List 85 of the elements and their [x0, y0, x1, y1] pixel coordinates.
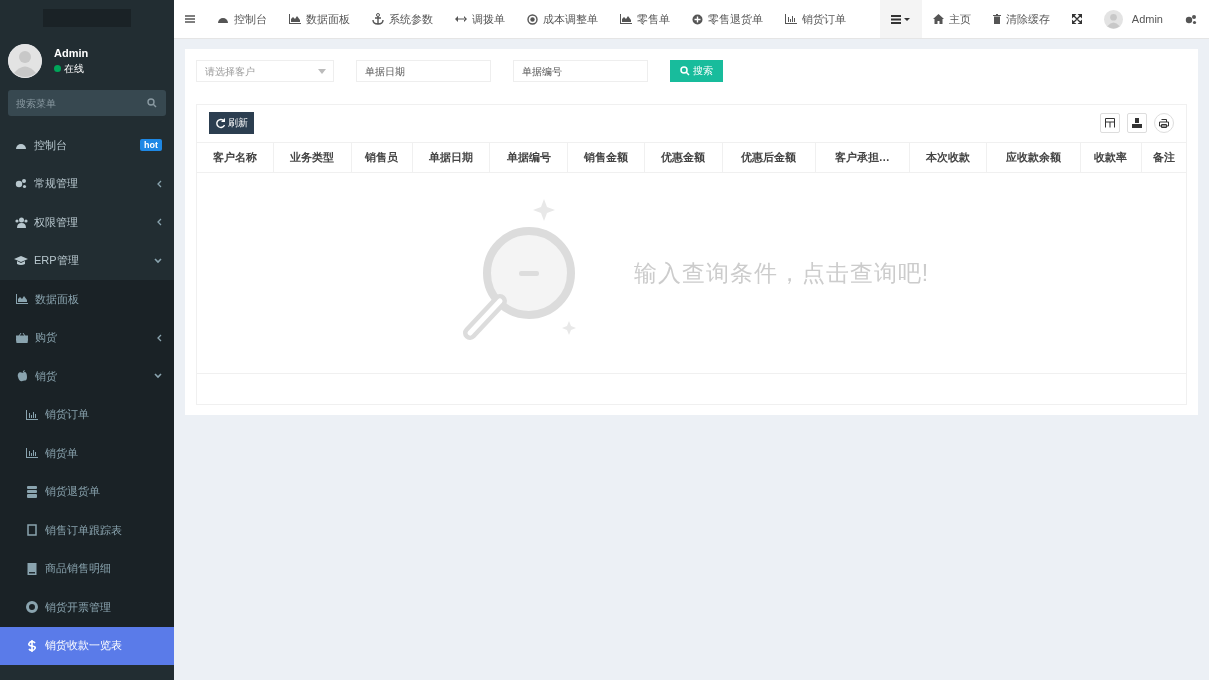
fullscreen-icon	[1071, 14, 1082, 24]
clear-cache-link[interactable]: 清除缓存	[981, 0, 1061, 38]
column-header: 备注	[1141, 142, 1186, 173]
export-icon	[1132, 118, 1142, 128]
column-header: 客户名称	[197, 142, 274, 173]
column-header: 客户承担…	[815, 142, 910, 173]
hot-badge: hot	[140, 139, 162, 152]
menu-item[interactable]: ERP管理	[0, 241, 174, 280]
column-header: 优惠后金额	[722, 142, 816, 173]
date-field[interactable]: 单据日期	[356, 60, 491, 82]
refresh-button[interactable]: 刷新	[209, 112, 254, 134]
nav-tab[interactable]: 成本调整单	[516, 0, 609, 38]
tabs-dropdown[interactable]	[879, 0, 922, 38]
caret-icon	[318, 69, 326, 74]
menu-item[interactable]: 销货	[0, 357, 174, 396]
user-menu[interactable]: Admin	[1092, 0, 1174, 38]
home-link[interactable]: 主页	[921, 0, 982, 38]
customer-select[interactable]: 请选择客户	[196, 60, 334, 82]
search-icon	[680, 66, 690, 76]
columns-icon	[1105, 118, 1115, 128]
column-header: 应收款余额	[986, 142, 1080, 173]
menu-icon	[185, 15, 195, 23]
menu-item[interactable]: 数据面板	[0, 280, 174, 319]
columns-button[interactable]	[1100, 113, 1120, 133]
menu-item[interactable]: 销售订单跟踪表	[0, 511, 174, 550]
menu-item[interactable]: 销货收款一览表	[0, 626, 174, 665]
bar-chart-icon	[785, 14, 797, 24]
nav-tab[interactable]: 控制台	[206, 0, 278, 38]
search-field[interactable]: 搜索菜单	[8, 90, 166, 116]
bar-chart-icon	[26, 448, 38, 459]
gears-icon	[15, 178, 27, 190]
basket-icon	[16, 332, 28, 343]
graduation-cap-icon	[14, 255, 28, 266]
column-header: 销售金额	[567, 142, 645, 173]
area-chart-icon	[16, 294, 28, 305]
nav-tab[interactable]: 调拨单	[444, 0, 516, 38]
apple-icon	[16, 370, 28, 383]
avatar-icon	[1103, 9, 1123, 29]
menu-item[interactable]: 销货退货单	[0, 472, 174, 511]
avatar-icon	[8, 44, 42, 78]
menu-item[interactable]: 购货	[0, 318, 174, 357]
document-icon	[27, 524, 37, 537]
menu-item[interactable]: 控制台 hot	[0, 126, 174, 165]
users-icon	[14, 216, 28, 228]
column-header: 销售员	[351, 142, 413, 173]
left-right-arrow-icon	[455, 16, 467, 22]
print-button[interactable]	[1154, 113, 1174, 133]
document-icon	[27, 562, 37, 575]
dollar-icon	[28, 639, 36, 652]
disc-icon	[26, 601, 38, 614]
column-header: 单据日期	[412, 142, 490, 173]
search-icon	[147, 98, 157, 108]
menu-item[interactable]: 权限管理	[0, 203, 174, 242]
anchor-icon	[372, 13, 384, 25]
home-icon	[932, 14, 944, 24]
number-field[interactable]: 单据编号	[513, 60, 648, 82]
menu-item[interactable]: 销货开票管理	[0, 588, 174, 627]
nav-tab[interactable]: 数据面板	[278, 0, 361, 38]
user-status: 在线	[64, 61, 84, 76]
circle-dot-icon	[527, 13, 538, 25]
column-header: 单据编号	[489, 142, 568, 173]
menu-item[interactable]: 销货单	[0, 434, 174, 473]
column-header: 收款率	[1080, 142, 1142, 173]
menu-item[interactable]: 销货订单	[0, 395, 174, 434]
area-chart-icon	[620, 14, 632, 24]
menu-item[interactable]: 常规管理	[0, 164, 174, 203]
nav-tab[interactable]: 销货订单	[774, 0, 857, 38]
column-header: 优惠金额	[644, 142, 723, 173]
database-icon	[27, 485, 37, 498]
user-name: Admin	[54, 46, 89, 59]
column-header: 本次收款	[909, 142, 987, 173]
list-caret-icon	[890, 14, 911, 24]
trash-icon	[992, 14, 1001, 24]
export-button[interactable]	[1127, 113, 1147, 133]
bar-chart-icon	[26, 409, 38, 420]
plus-circle-icon	[692, 13, 703, 25]
menu-item[interactable]: 商品销售明细	[0, 549, 174, 588]
area-chart-icon	[289, 14, 301, 24]
nav-tab[interactable]: 零售单	[609, 0, 681, 38]
print-icon	[1159, 118, 1169, 128]
nav-tab[interactable]: 零售退货单	[681, 0, 774, 38]
nav-tab[interactable]: 系统参数	[361, 0, 444, 38]
refresh-icon	[215, 117, 226, 129]
settings-icon	[1185, 13, 1197, 25]
column-header: 业务类型	[273, 142, 352, 173]
